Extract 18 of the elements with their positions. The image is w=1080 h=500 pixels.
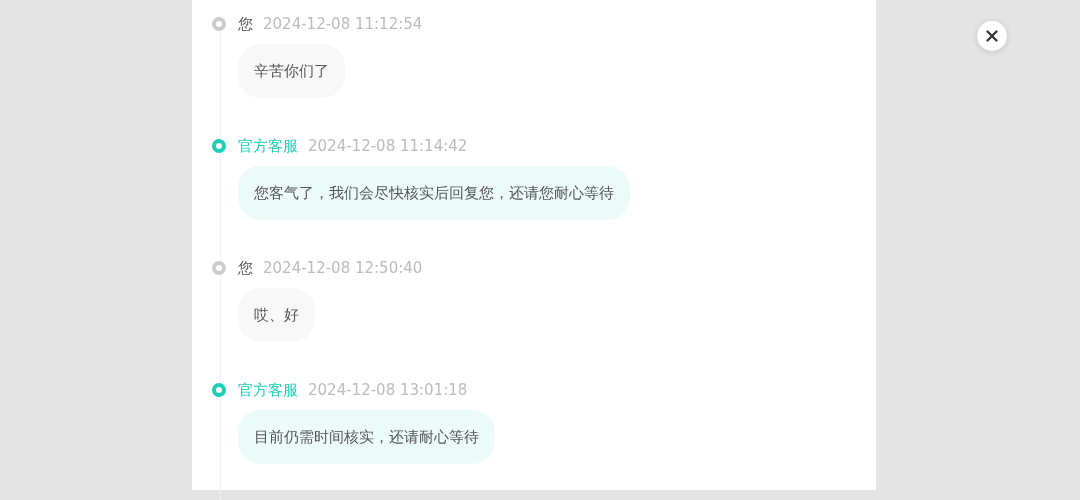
sender-name: 官方客服: [238, 136, 298, 156]
sender-name: 您: [238, 14, 253, 34]
message-bubble: 辛苦你们了: [238, 44, 345, 98]
message-bubble: 您客气了，我们会尽快核实后回复您，还请您耐心等待: [238, 166, 630, 220]
message-bubble: 目前仍需时间核实，还请耐心等待: [238, 410, 495, 464]
timeline-dot-icon: [212, 383, 226, 397]
message-bubble: 哎、好: [238, 288, 315, 342]
sender-name: 您: [238, 258, 253, 278]
message-time: 2024-12-08 13:01:18: [308, 381, 468, 399]
timeline-dot-icon: [212, 17, 226, 31]
sender-name: 官方客服: [238, 380, 298, 400]
timeline-dot-icon: [212, 139, 226, 153]
close-icon: [986, 30, 998, 42]
close-button[interactable]: [977, 21, 1007, 51]
message-time: 2024-12-08 12:50:40: [263, 259, 423, 277]
timeline-dot-icon: [212, 261, 226, 275]
message-time: 2024-12-08 11:12:54: [263, 15, 423, 33]
message-time: 2024-12-08 11:14:42: [308, 137, 468, 155]
